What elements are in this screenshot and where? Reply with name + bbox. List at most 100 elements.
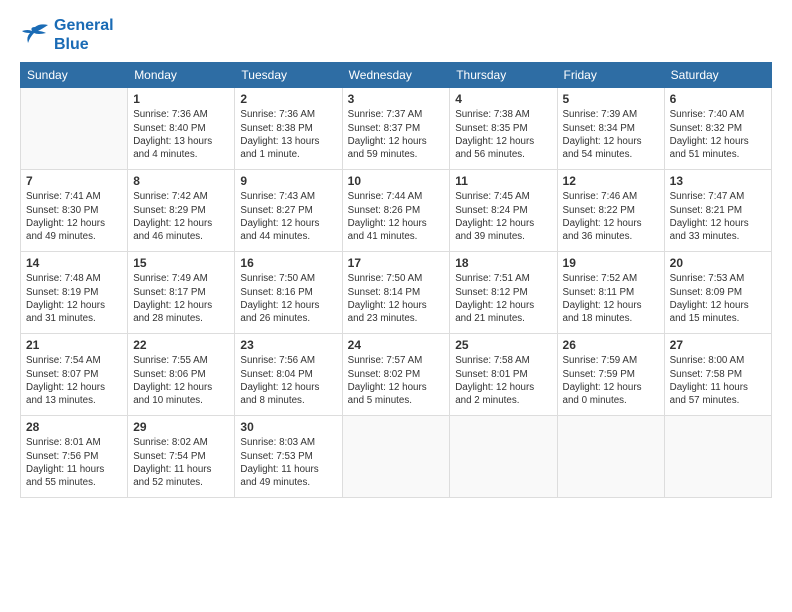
day-number: 5 <box>563 92 659 106</box>
day-content: Sunrise: 7:55 AMSunset: 8:06 PMDaylight:… <box>133 354 229 407</box>
calendar-cell: 19 Sunrise: 7:52 AMSunset: 8:11 PMDayligh… <box>557 252 664 334</box>
calendar-cell: 26 Sunrise: 7:59 AMSunset: 7:59 PMDayligh… <box>557 334 664 416</box>
day-content: Sunrise: 7:52 AMSunset: 8:11 PMDaylight:… <box>563 272 659 325</box>
day-content: Sunrise: 7:50 AMSunset: 8:14 PMDaylight:… <box>348 272 445 325</box>
day-number: 4 <box>455 92 551 106</box>
day-number: 26 <box>563 338 659 352</box>
day-number: 24 <box>348 338 445 352</box>
header: General Blue <box>20 16 772 54</box>
day-content: Sunrise: 7:38 AMSunset: 8:35 PMDaylight:… <box>455 108 551 161</box>
day-content: Sunrise: 8:01 AMSunset: 7:56 PMDaylight:… <box>26 436 122 489</box>
day-content: Sunrise: 7:44 AMSunset: 8:26 PMDaylight:… <box>348 190 445 243</box>
logo: General Blue <box>20 16 114 54</box>
day-number: 2 <box>240 92 336 106</box>
calendar-cell: 4 Sunrise: 7:38 AMSunset: 8:35 PMDaylight… <box>450 88 557 170</box>
calendar-cell: 17 Sunrise: 7:50 AMSunset: 8:14 PMDayligh… <box>342 252 450 334</box>
day-content: Sunrise: 7:56 AMSunset: 8:04 PMDaylight:… <box>240 354 336 407</box>
calendar-cell: 1 Sunrise: 7:36 AMSunset: 8:40 PMDaylight… <box>128 88 235 170</box>
calendar-cell: 16Sunrise: 7:50 AMSunset: 8:16 PMDayligh… <box>235 252 342 334</box>
day-content: Sunrise: 7:53 AMSunset: 8:09 PMDaylight:… <box>670 272 766 325</box>
day-number: 11 <box>455 174 551 188</box>
day-content: Sunrise: 7:49 AMSunset: 8:17 PMDaylight:… <box>133 272 229 325</box>
calendar-cell: 21Sunrise: 7:54 AMSunset: 8:07 PMDayligh… <box>21 334 128 416</box>
day-number: 21 <box>26 338 122 352</box>
day-number: 3 <box>348 92 445 106</box>
day-number: 27 <box>670 338 766 352</box>
logo-line2: Blue <box>54 35 114 54</box>
calendar-cell: 15Sunrise: 7:49 AMSunset: 8:17 PMDayligh… <box>128 252 235 334</box>
day-number: 8 <box>133 174 229 188</box>
calendar-cell: 9 Sunrise: 7:43 AMSunset: 8:27 PMDaylight… <box>235 170 342 252</box>
calendar-cell: 7 Sunrise: 7:41 AMSunset: 8:30 PMDaylight… <box>21 170 128 252</box>
day-number: 6 <box>670 92 766 106</box>
calendar-cell <box>557 416 664 498</box>
calendar-cell <box>664 416 771 498</box>
day-number: 22 <box>133 338 229 352</box>
calendar-cell: 12 Sunrise: 7:46 AMSunset: 8:22 PMDayligh… <box>557 170 664 252</box>
day-content: Sunrise: 7:41 AMSunset: 8:30 PMDaylight:… <box>26 190 122 243</box>
calendar-cell: 14 Sunrise: 7:48 AMSunset: 8:19 PMDayligh… <box>21 252 128 334</box>
calendar-cell: 30 Sunrise: 8:03 AMSunset: 7:53 PMDayligh… <box>235 416 342 498</box>
calendar-cell: 3 Sunrise: 7:37 AMSunset: 8:37 PMDaylight… <box>342 88 450 170</box>
day-content: Sunrise: 8:03 AMSunset: 7:53 PMDaylight:… <box>240 436 336 489</box>
calendar-week-row: 1 Sunrise: 7:36 AMSunset: 8:40 PMDaylight… <box>21 88 772 170</box>
calendar-week-row: 28 Sunrise: 8:01 AMSunset: 7:56 PMDayligh… <box>21 416 772 498</box>
calendar-cell: 24 Sunrise: 7:57 AMSunset: 8:02 PMDayligh… <box>342 334 450 416</box>
calendar-cell <box>21 88 128 170</box>
day-number: 7 <box>26 174 122 188</box>
calendar-week-row: 7 Sunrise: 7:41 AMSunset: 8:30 PMDaylight… <box>21 170 772 252</box>
day-content: Sunrise: 7:39 AMSunset: 8:34 PMDaylight:… <box>563 108 659 161</box>
calendar-cell: 23Sunrise: 7:56 AMSunset: 8:04 PMDayligh… <box>235 334 342 416</box>
day-number: 18 <box>455 256 551 270</box>
day-number: 28 <box>26 420 122 434</box>
calendar-cell: 10 Sunrise: 7:44 AMSunset: 8:26 PMDayligh… <box>342 170 450 252</box>
day-content: Sunrise: 7:37 AMSunset: 8:37 PMDaylight:… <box>348 108 445 161</box>
calendar-week-row: 14 Sunrise: 7:48 AMSunset: 8:19 PMDayligh… <box>21 252 772 334</box>
day-content: Sunrise: 7:40 AMSunset: 8:32 PMDaylight:… <box>670 108 766 161</box>
calendar-cell: 13 Sunrise: 7:47 AMSunset: 8:21 PMDayligh… <box>664 170 771 252</box>
calendar-cell: 29 Sunrise: 8:02 AMSunset: 7:54 PMDayligh… <box>128 416 235 498</box>
calendar-cell: 27 Sunrise: 8:00 AMSunset: 7:58 PMDayligh… <box>664 334 771 416</box>
day-content: Sunrise: 7:46 AMSunset: 8:22 PMDaylight:… <box>563 190 659 243</box>
day-number: 16 <box>240 256 336 270</box>
logo-icon <box>20 23 50 47</box>
calendar-cell: 18 Sunrise: 7:51 AMSunset: 8:12 PMDayligh… <box>450 252 557 334</box>
weekday-header: Saturday <box>664 63 771 88</box>
day-number: 30 <box>240 420 336 434</box>
day-number: 20 <box>670 256 766 270</box>
day-content: Sunrise: 7:36 AMSunset: 8:40 PMDaylight:… <box>133 108 229 161</box>
day-content: Sunrise: 7:47 AMSunset: 8:21 PMDaylight:… <box>670 190 766 243</box>
day-number: 25 <box>455 338 551 352</box>
day-content: Sunrise: 7:57 AMSunset: 8:02 PMDaylight:… <box>348 354 445 407</box>
day-number: 14 <box>26 256 122 270</box>
weekday-header: Tuesday <box>235 63 342 88</box>
day-number: 19 <box>563 256 659 270</box>
day-content: Sunrise: 7:59 AMSunset: 7:59 PMDaylight:… <box>563 354 659 407</box>
day-content: Sunrise: 8:00 AMSunset: 7:58 PMDaylight:… <box>670 354 766 407</box>
day-content: Sunrise: 7:58 AMSunset: 8:01 PMDaylight:… <box>455 354 551 407</box>
day-content: Sunrise: 7:48 AMSunset: 8:19 PMDaylight:… <box>26 272 122 325</box>
calendar-cell: 28 Sunrise: 8:01 AMSunset: 7:56 PMDayligh… <box>21 416 128 498</box>
day-number: 9 <box>240 174 336 188</box>
day-number: 29 <box>133 420 229 434</box>
day-number: 1 <box>133 92 229 106</box>
calendar-cell: 8 Sunrise: 7:42 AMSunset: 8:29 PMDaylight… <box>128 170 235 252</box>
calendar-cell: 22 Sunrise: 7:55 AMSunset: 8:06 PMDayligh… <box>128 334 235 416</box>
calendar-cell <box>342 416 450 498</box>
day-number: 17 <box>348 256 445 270</box>
calendar-header-row: SundayMondayTuesdayWednesdayThursdayFrid… <box>21 63 772 88</box>
calendar-cell: 25 Sunrise: 7:58 AMSunset: 8:01 PMDayligh… <box>450 334 557 416</box>
day-number: 13 <box>670 174 766 188</box>
calendar-cell <box>450 416 557 498</box>
day-content: Sunrise: 7:51 AMSunset: 8:12 PMDaylight:… <box>455 272 551 325</box>
day-content: Sunrise: 8:02 AMSunset: 7:54 PMDaylight:… <box>133 436 229 489</box>
weekday-header: Sunday <box>21 63 128 88</box>
day-content: Sunrise: 7:42 AMSunset: 8:29 PMDaylight:… <box>133 190 229 243</box>
day-number: 12 <box>563 174 659 188</box>
calendar-cell: 5 Sunrise: 7:39 AMSunset: 8:34 PMDaylight… <box>557 88 664 170</box>
calendar-table: SundayMondayTuesdayWednesdayThursdayFrid… <box>20 62 772 498</box>
calendar-cell: 20 Sunrise: 7:53 AMSunset: 8:09 PMDayligh… <box>664 252 771 334</box>
day-content: Sunrise: 7:43 AMSunset: 8:27 PMDaylight:… <box>240 190 336 243</box>
day-number: 10 <box>348 174 445 188</box>
calendar-cell: 2Sunrise: 7:36 AMSunset: 8:38 PMDaylight… <box>235 88 342 170</box>
